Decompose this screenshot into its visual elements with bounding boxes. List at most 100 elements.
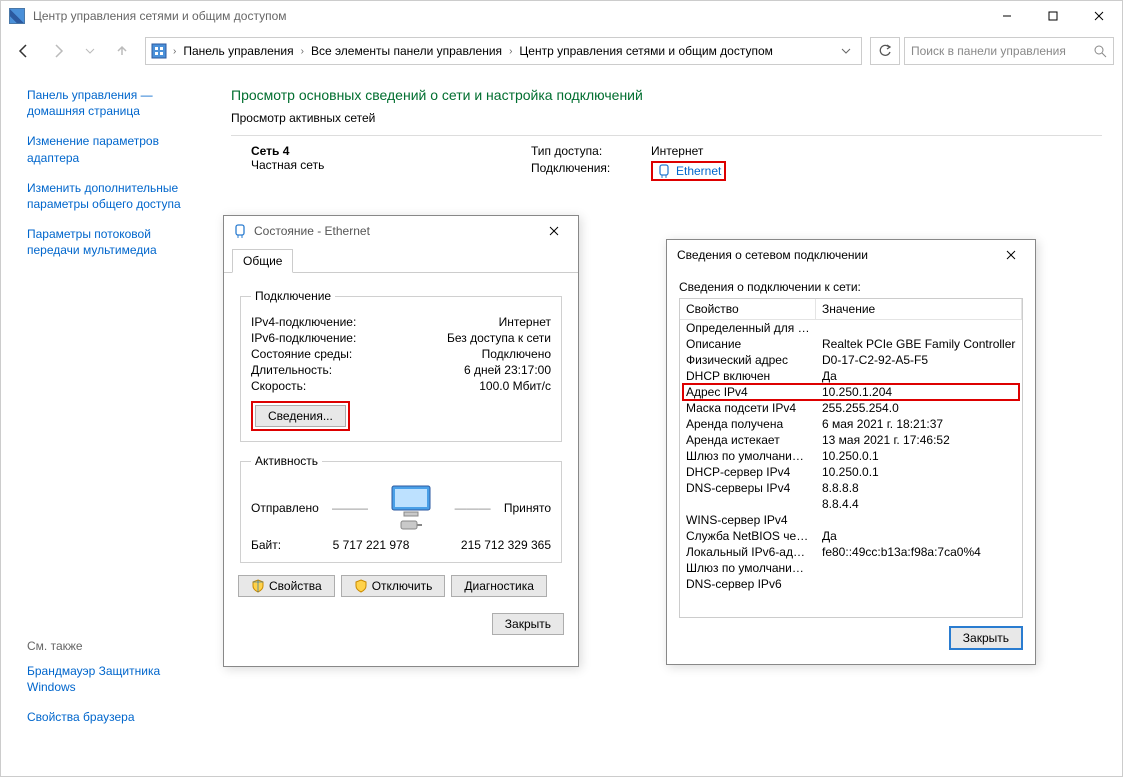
table-row[interactable]: Служба NetBIOS через...Да <box>680 528 1022 544</box>
page-heading: Просмотр основных сведений о сети и наст… <box>231 87 1102 103</box>
details-dialog-close-button[interactable] <box>991 242 1031 268</box>
table-row[interactable]: 8.8.4.4 <box>680 496 1022 512</box>
window-title: Центр управления сетями и общим доступом <box>33 9 984 23</box>
table-row[interactable]: Маска подсети IPv4255.255.254.0 <box>680 400 1022 416</box>
property-cell: Аренда получена <box>680 416 816 432</box>
table-row[interactable]: Шлюз по умолчанию IP...10.250.0.1 <box>680 448 1022 464</box>
search-input[interactable]: Поиск в панели управления <box>904 37 1114 65</box>
value-cell: 6 мая 2021 г. 18:21:37 <box>816 416 1022 432</box>
value-cell: 10.250.0.1 <box>816 448 1022 464</box>
table-row[interactable]: Локальный IPv6-адрес...fe80::49cc:b13a:f… <box>680 544 1022 560</box>
speed-label: Скорость: <box>251 379 306 393</box>
details-button[interactable]: Сведения... <box>255 405 346 427</box>
media-state-label: Состояние среды: <box>251 347 352 361</box>
access-type-label: Тип доступа: <box>531 144 621 158</box>
nav-back-button[interactable] <box>9 36 39 66</box>
nav-forward-button[interactable] <box>43 36 73 66</box>
property-cell: Определенный для по... <box>680 320 816 336</box>
property-cell: Адрес IPv4 <box>680 384 816 400</box>
property-cell: Описание <box>680 336 816 352</box>
property-cell: Физический адрес <box>680 352 816 368</box>
navbar: › Панель управления › Все элементы панел… <box>1 31 1122 71</box>
sidebar-item-home[interactable]: Панель управления — домашняя страница <box>27 87 189 119</box>
sidebar-item-advanced-sharing[interactable]: Изменить дополнительные параметры общего… <box>27 180 189 212</box>
sent-bytes: 5 717 221 978 <box>333 538 410 552</box>
breadcrumb-control-panel[interactable]: Панель управления <box>179 44 297 58</box>
diagnostics-button[interactable]: Диагностика <box>451 575 547 597</box>
connection-fieldset: Подключение IPv4-подключение:Интернет IP… <box>240 289 562 442</box>
sidebar-item-browser-props[interactable]: Свойства браузера <box>27 709 189 725</box>
address-bar[interactable]: › Панель управления › Все элементы панел… <box>145 37 862 65</box>
ethernet-link[interactable]: Ethernet <box>676 164 721 178</box>
chevron-right-icon: › <box>172 46 177 57</box>
close-button[interactable] <box>1076 1 1122 31</box>
ipv6-label: IPv6-подключение: <box>251 331 356 345</box>
column-value[interactable]: Значение <box>816 299 1022 319</box>
maximize-button[interactable] <box>1030 1 1076 31</box>
table-row[interactable]: WINS-сервер IPv4 <box>680 512 1022 528</box>
plug-icon <box>399 518 423 532</box>
value-cell: 8.8.4.4 <box>816 496 1022 512</box>
nav-history-dropdown[interactable] <box>77 38 103 64</box>
status-dialog-close-button[interactable] <box>534 218 574 244</box>
table-row[interactable]: Физический адресD0-17-C2-92-A5-F5 <box>680 352 1022 368</box>
address-dropdown[interactable] <box>833 38 859 64</box>
recv-bytes: 215 712 329 365 <box>461 538 551 552</box>
property-cell: Шлюз по умолчанию IP... <box>680 448 816 464</box>
breadcrumb-network-center[interactable]: Центр управления сетями и общим доступом <box>515 44 777 58</box>
details-close-button[interactable]: Закрыть <box>949 626 1023 650</box>
sidebar-item-firewall[interactable]: Брандмауэр Защитника Windows <box>27 663 189 695</box>
property-cell: DNS-сервер IPv6 <box>680 576 816 592</box>
minimize-button[interactable] <box>984 1 1030 31</box>
table-row[interactable]: Определенный для по... <box>680 320 1022 336</box>
activity-legend: Активность <box>251 454 322 468</box>
property-cell: WINS-сервер IPv4 <box>680 512 816 528</box>
property-cell: Локальный IPv6-адрес... <box>680 544 816 560</box>
see-also-header: См. также <box>27 639 189 653</box>
value-cell: 255.255.254.0 <box>816 400 1022 416</box>
table-row[interactable]: DNS-сервер IPv6 <box>680 576 1022 592</box>
breadcrumb-all-items[interactable]: Все элементы панели управления <box>307 44 506 58</box>
table-row[interactable]: Адрес IPv410.250.1.204 <box>680 384 1022 400</box>
property-cell: Служба NetBIOS через... <box>680 528 816 544</box>
access-type-value: Интернет <box>651 144 703 158</box>
value-cell <box>816 560 1022 576</box>
value-cell: Да <box>816 368 1022 384</box>
network-type: Частная сеть <box>251 158 531 172</box>
app-icon <box>9 8 25 24</box>
properties-button[interactable]: Свойства <box>238 575 335 597</box>
status-close-button[interactable]: Закрыть <box>492 613 564 635</box>
sent-label: Отправлено <box>251 501 319 515</box>
table-row[interactable]: DHCP включенДа <box>680 368 1022 384</box>
details-dialog-title: Сведения о сетевом подключении <box>677 248 868 262</box>
disable-button[interactable]: Отключить <box>341 575 446 597</box>
value-cell: Да <box>816 528 1022 544</box>
duration-label: Длительность: <box>251 363 332 377</box>
value-cell: D0-17-C2-92-A5-F5 <box>816 352 1022 368</box>
refresh-button[interactable] <box>870 37 900 65</box>
active-networks-label: Просмотр активных сетей <box>231 111 387 125</box>
tab-general[interactable]: Общие <box>232 249 293 273</box>
sidebar-item-media-streaming[interactable]: Параметры потоковой передачи мультимедиа <box>27 226 189 258</box>
computer-icon <box>390 484 432 518</box>
value-cell <box>816 576 1022 592</box>
speed-value: 100.0 Мбит/с <box>479 379 551 393</box>
column-property[interactable]: Свойство <box>680 299 816 319</box>
details-button-highlight: Сведения... <box>251 401 350 431</box>
table-row[interactable]: ОписаниеRealtek PCIe GBE Family Controll… <box>680 336 1022 352</box>
table-row[interactable]: Шлюз по умолчанию IP... <box>680 560 1022 576</box>
table-row[interactable]: Аренда получена6 мая 2021 г. 18:21:37 <box>680 416 1022 432</box>
table-row[interactable]: DHCP-сервер IPv410.250.0.1 <box>680 464 1022 480</box>
property-cell: DHCP-сервер IPv4 <box>680 464 816 480</box>
nav-up-button[interactable] <box>107 36 137 66</box>
table-row[interactable]: Аренда истекает13 мая 2021 г. 17:46:52 <box>680 432 1022 448</box>
value-cell: 10.250.1.204 <box>816 384 1022 400</box>
table-row[interactable]: DNS-серверы IPv48.8.8.8 <box>680 480 1022 496</box>
ipv4-label: IPv4-подключение: <box>251 315 356 329</box>
property-cell: Аренда истекает <box>680 432 816 448</box>
bytes-label: Байт: <box>251 538 281 552</box>
ipv6-value: Без доступа к сети <box>447 331 551 345</box>
chevron-right-icon: › <box>508 46 513 57</box>
sidebar-item-adapter-settings[interactable]: Изменение параметров адаптера <box>27 133 189 165</box>
shield-icon <box>251 579 265 593</box>
